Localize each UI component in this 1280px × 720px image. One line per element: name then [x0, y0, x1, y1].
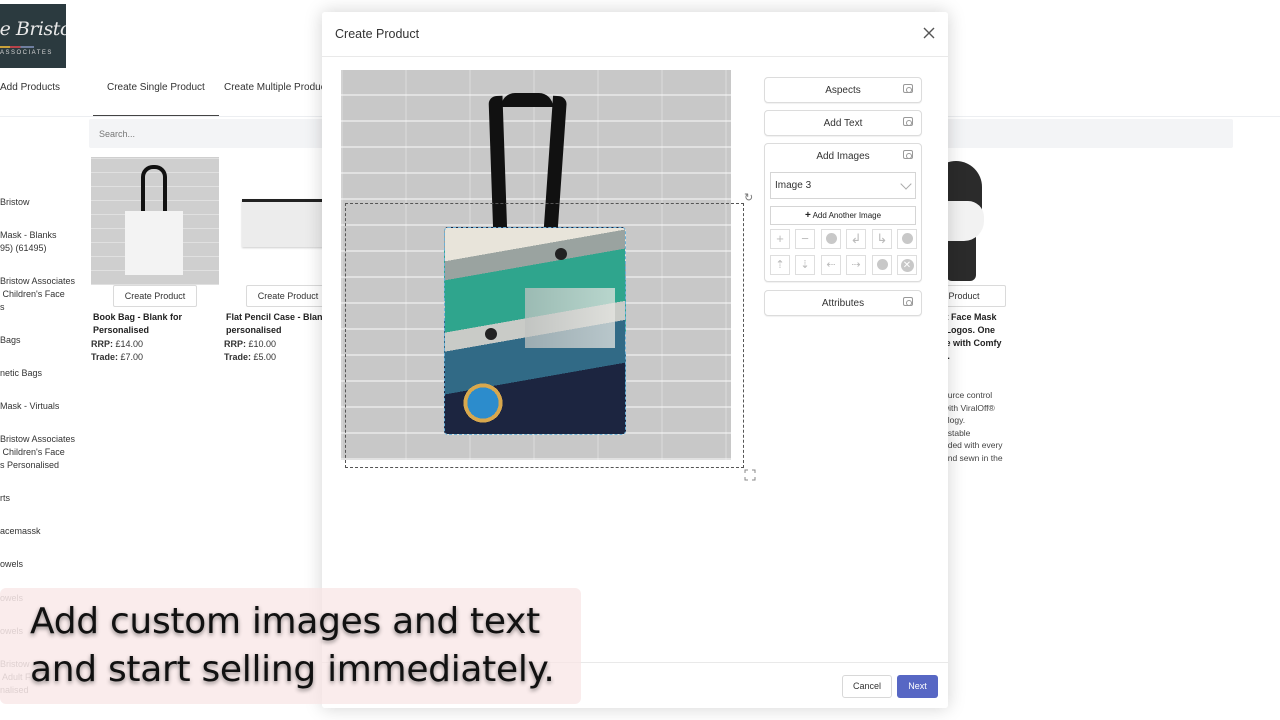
add-text-button[interactable]: Add Text: [764, 110, 922, 136]
sidebar-item[interactable]: acemassk: [0, 525, 41, 538]
product-description: ource control with ViralOff® ology. usta…: [943, 390, 1003, 463]
logo-script-text: le Bristow: [0, 18, 66, 40]
product-rrp: RRP: £14.00: [91, 338, 143, 351]
close-icon[interactable]: [922, 26, 936, 40]
aspects-label: Aspects: [825, 85, 861, 96]
cancel-button[interactable]: Cancel: [842, 675, 892, 698]
zoom-in-icon[interactable]: +: [770, 229, 790, 249]
dot-icon[interactable]: [821, 229, 841, 249]
image-select-value: Image 3: [775, 180, 812, 191]
delete-icon[interactable]: ✕: [897, 255, 917, 275]
add-images-label: Add Images: [816, 151, 870, 162]
move-left-icon[interactable]: ⇠: [821, 255, 841, 275]
product-rrp: RRP: £10.00: [224, 338, 276, 351]
product-title: Book Bag - Blank for Personalised: [93, 312, 183, 335]
attributes-button[interactable]: Attributes: [764, 290, 922, 316]
modal-header: Create Product: [322, 12, 948, 57]
camera-icon: [903, 84, 913, 93]
sidebar-item[interactable]: Bristow Associates Children's Face s Per…: [0, 433, 75, 472]
logo-stripes: [0, 46, 34, 48]
attributes-label: Attributes: [821, 298, 865, 309]
rrp-label: RRP:: [91, 339, 113, 349]
product-card: Create Product Book Bag - Blank for Pers…: [91, 157, 219, 362]
add-another-image-button[interactable]: + Add Another Image: [770, 206, 916, 225]
trade-label: Trade:: [91, 352, 119, 362]
plus-icon: +: [804, 210, 811, 221]
sidebar-item[interactable]: Bags: [0, 334, 21, 347]
rrp-value: £10.00: [248, 339, 277, 349]
create-product-button[interactable]: Create Product: [113, 285, 197, 307]
rotate-icon[interactable]: ↻: [744, 192, 756, 204]
sidebar-item[interactable]: netic Bags: [0, 367, 42, 380]
tab-create-single-product[interactable]: Create Single Product: [93, 82, 219, 116]
resize-handle-icon[interactable]: [744, 468, 756, 481]
tab-add-products[interactable]: Add Products: [0, 82, 74, 104]
rrp-value: £14.00: [115, 339, 144, 349]
caption-text: Add custom images and text and start sel…: [30, 601, 555, 690]
sidebar-item[interactable]: owels: [0, 558, 23, 571]
trade-value: £7.00: [120, 352, 144, 362]
trade-label: Trade:: [224, 352, 252, 362]
add-text-label: Add Text: [823, 118, 863, 129]
selection-box[interactable]: [345, 203, 744, 468]
create-product-button[interactable]: Create Product: [246, 285, 330, 307]
add-images-panel: Add Images Image 3 + Add Another Image +…: [764, 143, 922, 282]
sidebar-item[interactable]: Bristow: [0, 196, 30, 209]
chevron-down-icon: [900, 178, 912, 190]
rotate-right-icon[interactable]: ↳: [872, 229, 892, 249]
rrp-label: RRP:: [224, 339, 246, 349]
page: le Bristow ASSOCIATES Add Products Creat…: [0, 0, 1280, 720]
sidebar-item[interactable]: Bristow Associates Children's Face s: [0, 275, 75, 314]
product-title: lt Face Mask Logos. One le with Comfy y.: [943, 312, 1002, 361]
sidebar-item[interactable]: rts: [0, 492, 10, 505]
dot-icon[interactable]: [872, 255, 892, 275]
zoom-out-icon[interactable]: −: [795, 229, 815, 249]
add-images-header[interactable]: Add Images: [765, 144, 921, 169]
next-button[interactable]: Next: [897, 675, 938, 698]
move-up-icon[interactable]: ⇡: [770, 255, 790, 275]
bag-strap-top: [501, 93, 553, 107]
camera-icon: [903, 297, 913, 306]
camera-icon: [903, 150, 913, 159]
sidebar-item[interactable]: Mask - Blanks 95) (61495): [0, 229, 57, 255]
logo-subtext: ASSOCIATES: [0, 50, 53, 56]
dot-icon[interactable]: [897, 229, 917, 249]
rotate-left-icon[interactable]: ↲: [846, 229, 866, 249]
product-image-book-bag[interactable]: [91, 157, 219, 285]
add-another-label: Add Another Image: [812, 211, 882, 220]
company-logo[interactable]: le Bristow ASSOCIATES: [0, 4, 66, 68]
camera-icon: [903, 117, 913, 126]
product-trade: Trade: £7.00: [91, 351, 143, 364]
modal-title: Create Product: [335, 27, 420, 41]
move-down-icon[interactable]: ⇣: [795, 255, 815, 275]
image-select-dropdown[interactable]: Image 3: [770, 172, 916, 199]
trade-value: £5.00: [253, 352, 277, 362]
sidebar-item[interactable]: Mask - Virtuals: [0, 400, 59, 413]
move-right-icon[interactable]: ⇢: [846, 255, 866, 275]
aspects-button[interactable]: Aspects: [764, 77, 922, 103]
product-trade: Trade: £5.00: [224, 351, 276, 364]
